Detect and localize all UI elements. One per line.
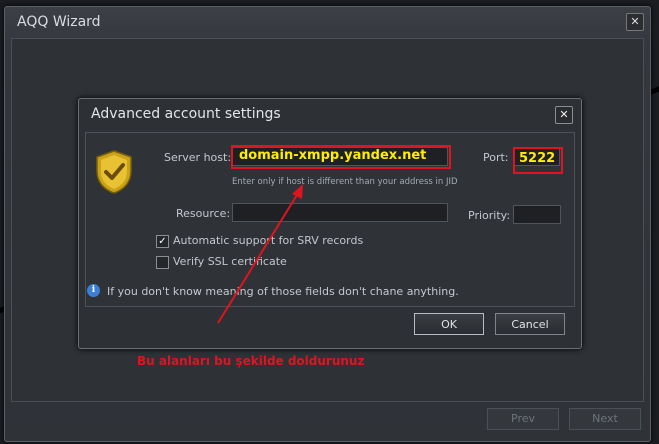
- resource-input[interactable]: [232, 203, 448, 222]
- priority-label: Priority:: [468, 209, 511, 222]
- close-icon: ✕: [559, 108, 569, 121]
- resource-label: Resource:: [176, 207, 231, 220]
- server-host-value: domain-xmpp.yandex.net: [239, 148, 427, 163]
- cancel-button[interactable]: Cancel: [495, 313, 565, 335]
- next-button[interactable]: Next: [569, 408, 641, 430]
- wizard-close-button[interactable]: ✕: [626, 13, 644, 31]
- srv-checkbox[interactable]: ✓: [156, 235, 169, 248]
- server-host-hint: Enter only if host is different than you…: [232, 177, 458, 187]
- ok-button[interactable]: OK: [414, 313, 484, 335]
- shield-check-icon: [96, 150, 132, 194]
- server-host-label: Server host:: [164, 151, 232, 164]
- close-icon: ✕: [630, 15, 640, 28]
- info-bar: i If you don't know meaning of those fie…: [85, 280, 573, 302]
- ssl-checkbox[interactable]: [156, 256, 169, 269]
- wizard-footer: Prev Next: [5, 403, 650, 441]
- priority-input[interactable]: [513, 205, 561, 224]
- port-value: 5222: [519, 151, 556, 166]
- annotation-text: Bu alanları bu şekilde doldurunuz: [137, 354, 365, 368]
- wizard-title: AQQ Wizard: [17, 14, 101, 30]
- ssl-label: Verify SSL certificate: [173, 255, 287, 268]
- srv-label: Automatic support for SRV records: [173, 234, 364, 247]
- dialog-title: Advanced account settings: [91, 106, 281, 122]
- advanced-settings-dialog: Advanced account settings ✕ Server host:…: [78, 98, 582, 349]
- prev-button[interactable]: Prev: [487, 408, 559, 430]
- dialog-close-button[interactable]: ✕: [555, 106, 573, 124]
- info-text: If you don't know meaning of those field…: [107, 285, 459, 298]
- info-icon: i: [87, 284, 100, 297]
- port-label: Port:: [483, 151, 509, 164]
